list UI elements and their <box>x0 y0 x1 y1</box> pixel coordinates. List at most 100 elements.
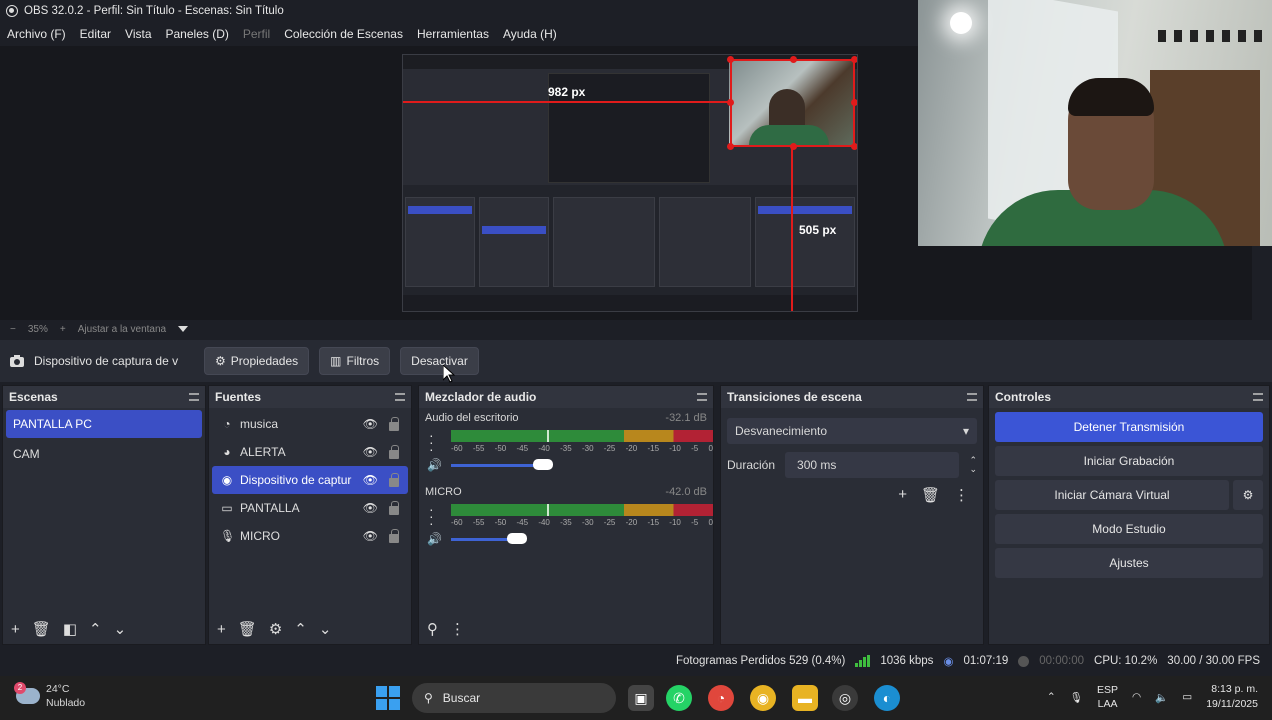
menu-herramientas[interactable]: Herramientas <box>417 27 489 41</box>
chevron-up-icon[interactable]: ⌃ <box>89 620 102 638</box>
chevron-down-icon[interactable]: ⌄ <box>114 620 127 638</box>
gear-icon[interactable]: ⚙ <box>269 620 282 638</box>
edge-icon[interactable]: ◐ <box>874 685 900 711</box>
spinner-icon[interactable]: ⌃ ⌄ <box>969 456 977 474</box>
source-item-musica[interactable]: ◔ musica 👁 <box>212 410 408 438</box>
menu-ayuda[interactable]: Ayuda (H) <box>503 27 557 41</box>
whatsapp-icon[interactable]: ✆ <box>666 685 692 711</box>
menu-archivo[interactable]: Archivo (F) <box>7 27 66 41</box>
menu-coleccion-escenas[interactable]: Colección de Escenas <box>284 27 403 41</box>
add-icon[interactable]: + <box>898 486 907 504</box>
office-icon[interactable]: ◔ <box>708 685 734 711</box>
resize-handle[interactable] <box>851 143 857 150</box>
properties-button[interactable]: ⚙ Propiedades <box>204 347 310 375</box>
dock-options-icon[interactable] <box>1253 393 1263 401</box>
resize-handle[interactable] <box>851 99 857 106</box>
dock-options-icon[interactable] <box>967 393 977 401</box>
zoom-fit-label[interactable]: Ajustar a la ventana <box>78 324 166 335</box>
resize-handle[interactable] <box>727 99 734 106</box>
chevron-up-icon[interactable]: ⌃ <box>1047 691 1056 703</box>
studio-mode-button[interactable]: Modo Estudio <box>995 514 1263 544</box>
meter-tick: -40 <box>538 444 550 453</box>
clock[interactable]: 8:13 p. m. 19/11/2025 <box>1206 682 1258 712</box>
speaker-icon[interactable]: 🔊 <box>427 532 442 546</box>
filters-button[interactable]: ▥ Filtros <box>319 347 391 375</box>
volume-icon[interactable]: 🔈 <box>1155 691 1168 704</box>
lock-icon[interactable] <box>389 417 399 431</box>
volume-slider-knob[interactable] <box>533 459 553 470</box>
resize-handle[interactable] <box>851 56 857 63</box>
kebab-icon[interactable]: ⋮ <box>450 620 465 638</box>
record-icon <box>1018 655 1030 667</box>
lock-icon[interactable] <box>389 445 399 459</box>
resize-handle[interactable] <box>727 56 734 63</box>
chevron-down-icon[interactable]: ⌄ <box>319 620 332 638</box>
menu-editar[interactable]: Editar <box>80 27 111 41</box>
advanced-audio-icon[interactable]: ⚲ <box>427 620 438 638</box>
resize-handle[interactable] <box>790 56 797 63</box>
windows-start-icon[interactable] <box>376 686 400 710</box>
deactivate-button[interactable]: Desactivar <box>400 347 479 375</box>
start-recording-button[interactable]: Iniciar Grabación <box>995 446 1263 476</box>
add-icon[interactable]: + <box>11 621 20 638</box>
zoom-in-button[interactable]: + <box>60 324 66 335</box>
eye-icon[interactable]: 👁 <box>363 445 378 459</box>
trash-icon[interactable]: 🗑 <box>32 620 51 638</box>
battery-icon[interactable]: ▭ <box>1182 691 1192 703</box>
file-explorer-icon[interactable]: ▬ <box>792 685 818 711</box>
mic-icon[interactable]: 🎙 <box>1070 691 1083 704</box>
resize-handle[interactable] <box>727 143 734 150</box>
source-item-micro[interactable]: 🎙 MICRO 👁 <box>212 522 408 550</box>
filter-icon[interactable]: ◧ <box>63 620 77 638</box>
duration-input[interactable]: 300 ms <box>785 452 960 478</box>
menu-vista[interactable]: Vista <box>125 27 151 41</box>
start-virtual-cam-button[interactable]: Iniciar Cámara Virtual <box>995 480 1229 510</box>
dock-options-icon[interactable] <box>697 393 707 401</box>
zoom-dropdown-icon[interactable] <box>178 326 189 332</box>
menu-perfil[interactable]: Perfil <box>243 27 270 41</box>
language-indicator[interactable]: ESP LAA <box>1097 683 1118 711</box>
kebab-icon[interactable]: · · · <box>429 502 434 530</box>
weather-widget[interactable]: 2 24°C Nublado <box>14 682 85 710</box>
zoom-out-button[interactable]: − <box>10 324 16 335</box>
volume-slider-knob[interactable] <box>507 533 527 544</box>
source-item-alerta[interactable]: ◕ ALERTA 👁 <box>212 438 408 466</box>
trash-icon[interactable]: 🗑 <box>921 486 940 504</box>
volume-slider-track[interactable] <box>451 464 543 467</box>
selection-box[interactable] <box>727 56 857 150</box>
task-view-icon[interactable]: ▣ <box>628 685 654 711</box>
eye-icon[interactable]: 👁 <box>363 417 378 431</box>
chevron-up-icon[interactable]: ⌃ <box>294 620 307 638</box>
transition-select[interactable]: Desvanecimiento ▾ <box>727 418 977 444</box>
eye-icon[interactable]: 👁 <box>363 529 378 543</box>
lock-icon[interactable] <box>389 501 399 515</box>
add-icon[interactable]: + <box>217 621 226 638</box>
kebab-icon[interactable]: · · · <box>429 428 434 456</box>
scene-item-pantalla-pc[interactable]: PANTALLA PC <box>6 410 202 438</box>
speaker-icon[interactable]: 🔊 <box>427 458 442 472</box>
chrome-icon[interactable]: ◉ <box>750 685 776 711</box>
dock-options-icon[interactable] <box>189 393 199 401</box>
menu-paneles[interactable]: Paneles (D) <box>166 27 229 41</box>
stop-stream-button[interactable]: Detener Transmisión <box>995 412 1263 442</box>
wifi-icon[interactable]: ◠ <box>1132 691 1141 703</box>
trash-icon[interactable]: 🗑 <box>238 620 257 638</box>
scenes-title: Escenas <box>9 390 58 404</box>
obs-taskbar-icon[interactable]: ◎ <box>832 685 858 711</box>
settings-button[interactable]: Ajustes <box>995 548 1263 578</box>
taskbar-search[interactable]: ⚲ Buscar <box>412 683 616 713</box>
audio-mixer-dock: Mezclador de audio Audio del escritorio -… <box>418 385 714 645</box>
resize-handle[interactable] <box>790 143 797 150</box>
kebab-icon[interactable]: ⋮ <box>954 486 969 504</box>
scene-item-cam[interactable]: CAM <box>6 440 202 468</box>
source-item-dispositivo-captura[interactable]: ◉ Dispositivo de captur 👁 <box>212 466 408 494</box>
dock-options-icon[interactable] <box>395 393 405 401</box>
mini-dock-mixer <box>553 197 655 287</box>
lock-icon[interactable] <box>389 529 399 543</box>
source-item-pantalla[interactable]: ▭ PANTALLA 👁 <box>212 494 408 522</box>
virtual-cam-settings-button[interactable]: ⚙ <box>1233 480 1263 510</box>
dropped-frames: Fotogramas Perdidos 529 (0.4%) <box>675 655 846 667</box>
eye-icon[interactable]: 👁 <box>363 501 378 515</box>
eye-icon[interactable]: 👁 <box>363 473 378 487</box>
lock-icon[interactable] <box>389 473 399 487</box>
